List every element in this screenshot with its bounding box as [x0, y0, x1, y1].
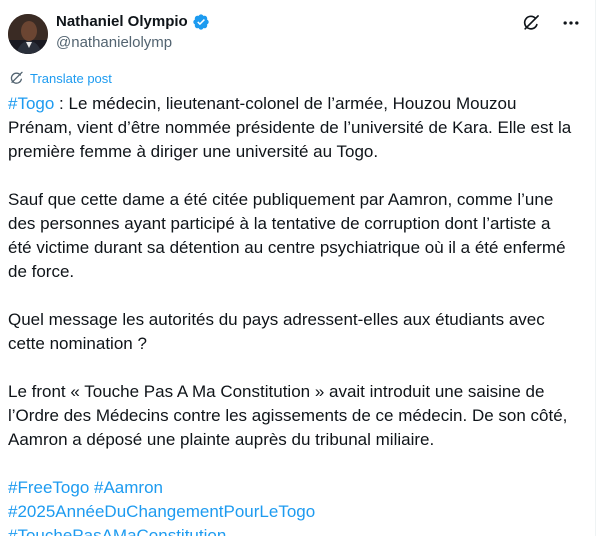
post-paragraph-3: Quel message les autorités du pays adres… — [8, 310, 545, 353]
translate-post-label: Translate post — [30, 70, 112, 86]
post-hashtags: #FreeTogo #Aamron #2025AnnéeDuChangement… — [8, 476, 578, 536]
hashtag-freetogo[interactable]: #FreeTogo — [8, 478, 89, 497]
post-card: Nathaniel Olympio @nathanielolymp Transl… — [0, 0, 596, 536]
hashtag-2025-annee-du-changement[interactable]: #2025AnnéeDuChangementPourLeTogo — [8, 502, 315, 521]
grok-icon[interactable] — [520, 12, 542, 34]
post-text: #Togo : Le médecin, lieutenant-colonel d… — [8, 92, 578, 536]
post-paragraph-2: Sauf que cette dame a été citée publique… — [8, 190, 566, 281]
post-top-actions — [520, 12, 582, 34]
hashtag-line-3: #TouchePasAMaConstitution — [8, 524, 578, 536]
avatar-image — [8, 14, 48, 54]
more-options-icon[interactable] — [560, 12, 582, 34]
hashtag-touche-pas-a-ma-constitution[interactable]: #TouchePasAMaConstitution — [8, 526, 226, 536]
author-info: Nathaniel Olympio @nathanielolymp — [56, 12, 210, 53]
translate-post-link[interactable]: Translate post — [8, 70, 112, 86]
author-name-row: Nathaniel Olympio — [56, 12, 210, 32]
hashtag-togo[interactable]: #Togo — [8, 94, 54, 113]
translate-icon — [8, 70, 24, 86]
verified-badge-icon[interactable] — [192, 13, 210, 31]
post-paragraph-1-text: : Le médecin, lieutenant-colonel de l’ar… — [8, 94, 572, 161]
post-paragraph-4: Le front « Touche Pas A Ma Constitution … — [8, 382, 568, 449]
author-name[interactable]: Nathaniel Olympio — [56, 12, 188, 32]
author-handle[interactable]: @nathanielolymp — [56, 33, 210, 53]
hashtag-line-1: #FreeTogo #Aamron — [8, 476, 578, 500]
hashtag-aamron[interactable]: #Aamron — [94, 478, 163, 497]
post-paragraph-1: #Togo : Le médecin, lieutenant-colonel d… — [8, 92, 578, 164]
author-avatar[interactable] — [8, 14, 48, 54]
hashtag-line-2: #2025AnnéeDuChangementPourLeTogo — [8, 500, 578, 524]
